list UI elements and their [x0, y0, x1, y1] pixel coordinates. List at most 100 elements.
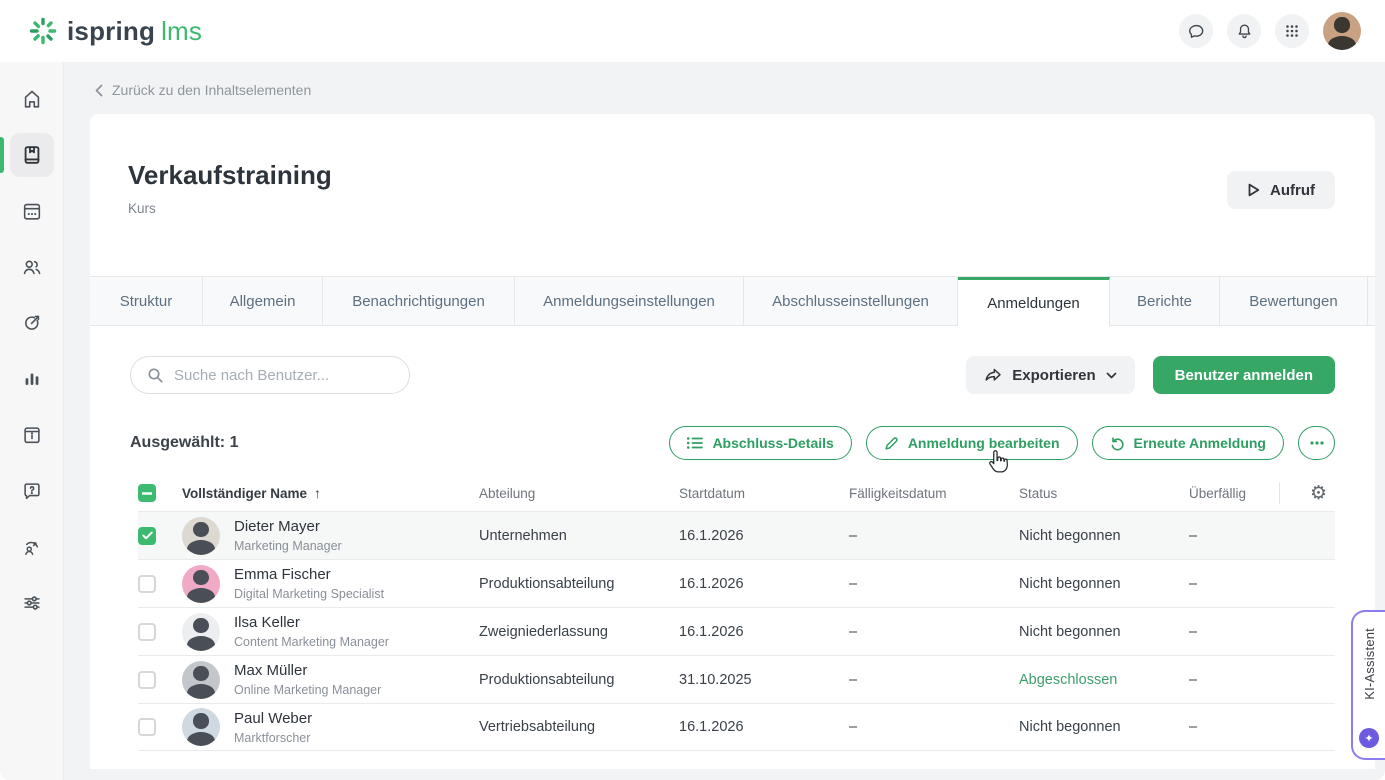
user-name: Paul Weber	[234, 709, 312, 728]
user-avatar[interactable]	[1323, 12, 1361, 50]
cell-start-date: 31.10.2025	[679, 672, 849, 688]
enroll-users-button[interactable]: Benutzer anmelden	[1153, 356, 1335, 394]
cell-start-date: 16.1.2026	[679, 528, 849, 544]
tab-berichte[interactable]: Berichte	[1110, 277, 1220, 326]
logo-product-text: lms	[161, 16, 202, 46]
sidebar-item-settings[interactable]	[10, 581, 54, 625]
cell-overdue: –	[1189, 719, 1279, 735]
row-checkbox[interactable]	[138, 671, 156, 689]
cell-status: Nicht begonnen	[1019, 576, 1189, 592]
course-card: Verkaufstraining Kurs Aufruf Struktur Al…	[90, 114, 1375, 769]
sidebar-item-users[interactable]	[10, 245, 54, 289]
cell-overdue: –	[1189, 672, 1279, 688]
supervisor-gauge-icon	[21, 536, 43, 558]
cell-due-date: –	[849, 624, 1019, 640]
sparkle-icon: ✦	[1359, 728, 1379, 748]
column-header-name[interactable]: Vollständiger Name↑	[182, 485, 479, 501]
sidebar-item-courses[interactable]	[10, 133, 54, 177]
notifications-button[interactable]	[1227, 14, 1261, 48]
user-role: Marktforscher	[234, 730, 312, 746]
select-all-checkbox[interactable]	[138, 484, 156, 502]
tab-anmeldungen[interactable]: Anmeldungen	[958, 277, 1110, 326]
main-area: Zurück zu den Inhaltselementen Verkaufst…	[64, 62, 1385, 780]
row-avatar	[182, 613, 220, 651]
cell-due-date: –	[849, 672, 1019, 688]
cell-start-date: 16.1.2026	[679, 576, 849, 592]
row-checkbox[interactable]	[138, 575, 156, 593]
reenroll-button[interactable]: Erneute Anmeldung	[1092, 426, 1285, 460]
user-role: Online Marketing Manager	[234, 682, 381, 698]
tab-benachrichtigungen[interactable]: Benachrichtigungen	[323, 277, 515, 326]
ispring-burst-icon	[28, 16, 58, 46]
ispring-lms-logo: ispringlms	[28, 16, 202, 47]
selected-count-label: Ausgewählt: 1	[130, 434, 238, 452]
sliders-icon	[21, 592, 43, 614]
target-arrow-icon	[21, 312, 43, 334]
tab-allgemein[interactable]: Allgemein	[203, 277, 323, 326]
sidebar-item-goals[interactable]	[10, 301, 54, 345]
list-icon	[687, 436, 703, 450]
row-checkbox[interactable]	[138, 718, 156, 736]
table-row[interactable]: Dieter MayerMarketing Manager Unternehme…	[138, 511, 1335, 559]
app-launcher-button[interactable]	[1275, 14, 1309, 48]
search-input[interactable]	[174, 367, 393, 384]
table-row[interactable]: Emma FischerDigital Marketing Specialist…	[138, 559, 1335, 607]
sidebar-item-reports[interactable]	[10, 357, 54, 401]
search-box[interactable]	[130, 356, 410, 394]
cell-department: Produktionsabteilung	[479, 576, 679, 592]
tab-abschlusseinstellungen[interactable]: Abschlusseinstellungen	[744, 277, 958, 326]
calendar-icon	[21, 200, 43, 222]
cell-status: Nicht begonnen	[1019, 719, 1189, 735]
column-header-due[interactable]: Fälligkeitsdatum	[849, 486, 1019, 501]
table-row[interactable]: Paul Weber Marktforscher Vertriebsabteilu…	[138, 703, 1335, 751]
edit-enrollment-button[interactable]: Anmeldung bearbeiten	[866, 426, 1078, 460]
row-checkbox[interactable]	[138, 527, 156, 545]
question-bubble-icon	[21, 480, 43, 502]
logo-brand-text: ispring	[67, 16, 155, 46]
chat-bubble-icon	[1187, 22, 1206, 41]
toolbar: Exportieren Benutzer anmelden	[130, 356, 1335, 394]
restart-icon	[1110, 436, 1125, 451]
table-row[interactable]: Ilsa KellerContent Marketing Manager Zwe…	[138, 607, 1335, 655]
course-header: Verkaufstraining Kurs Aufruf	[90, 114, 1375, 276]
cell-status: Abgeschlossen	[1019, 672, 1189, 688]
search-icon	[147, 367, 164, 384]
home-icon	[21, 88, 43, 110]
sidebar-nav	[0, 62, 64, 780]
tab-bewertungen[interactable]: Bewertungen	[1220, 277, 1368, 326]
sidebar-item-supervisor[interactable]	[10, 525, 54, 569]
column-header-status[interactable]: Status	[1019, 486, 1189, 501]
sidebar-item-help[interactable]	[10, 469, 54, 513]
user-name: Emma Fischer	[234, 565, 384, 584]
course-tabs: Struktur Allgemein Benachrichtigungen An…	[90, 276, 1375, 326]
tab-struktur[interactable]: Struktur	[90, 277, 203, 326]
table-header-row: Vollständiger Name↑ Abteilung Startdatum…	[138, 475, 1335, 511]
sidebar-item-calendar[interactable]	[10, 189, 54, 233]
chevron-down-icon	[1106, 372, 1117, 379]
breadcrumb-label: Zurück zu den Inhaltselementen	[112, 82, 311, 98]
row-checkbox[interactable]	[138, 623, 156, 641]
row-avatar	[182, 708, 220, 746]
column-header-department[interactable]: Abteilung	[479, 486, 679, 501]
preview-course-button[interactable]: Aufruf	[1227, 171, 1335, 209]
table-row[interactable]: Max MüllerOnline Marketing Manager Produ…	[138, 655, 1335, 703]
cell-department: Zweigniederlassung	[479, 624, 679, 640]
sidebar-item-info-board[interactable]	[10, 413, 54, 457]
enrollments-table: Vollständiger Name↑ Abteilung Startdatum…	[138, 475, 1335, 751]
column-header-start[interactable]: Startdatum	[679, 486, 849, 501]
sidebar-item-home[interactable]	[10, 77, 54, 121]
users-icon	[21, 256, 43, 278]
column-header-overdue[interactable]: Überfällig	[1189, 486, 1279, 501]
cell-department: Vertriebsabteilung	[479, 719, 679, 735]
tab-anmeldungseinstellungen[interactable]: Anmeldungseinstellungen	[515, 277, 744, 326]
selection-row: Ausgewählt: 1 Abschluss-Details Anmeldun…	[130, 426, 1335, 460]
export-button[interactable]: Exportieren	[966, 356, 1134, 394]
breadcrumb-back-link[interactable]: Zurück zu den Inhaltselementen	[64, 62, 311, 114]
messages-button[interactable]	[1179, 14, 1213, 48]
user-role: Content Marketing Manager	[234, 634, 389, 650]
column-settings-gear-icon[interactable]: ⚙	[1310, 484, 1327, 503]
ai-assistant-tab[interactable]: KI-Assistent ✦	[1351, 610, 1385, 760]
more-actions-button[interactable]	[1298, 426, 1335, 460]
completion-details-button[interactable]: Abschluss-Details	[669, 426, 851, 460]
chevron-left-icon	[95, 84, 103, 97]
